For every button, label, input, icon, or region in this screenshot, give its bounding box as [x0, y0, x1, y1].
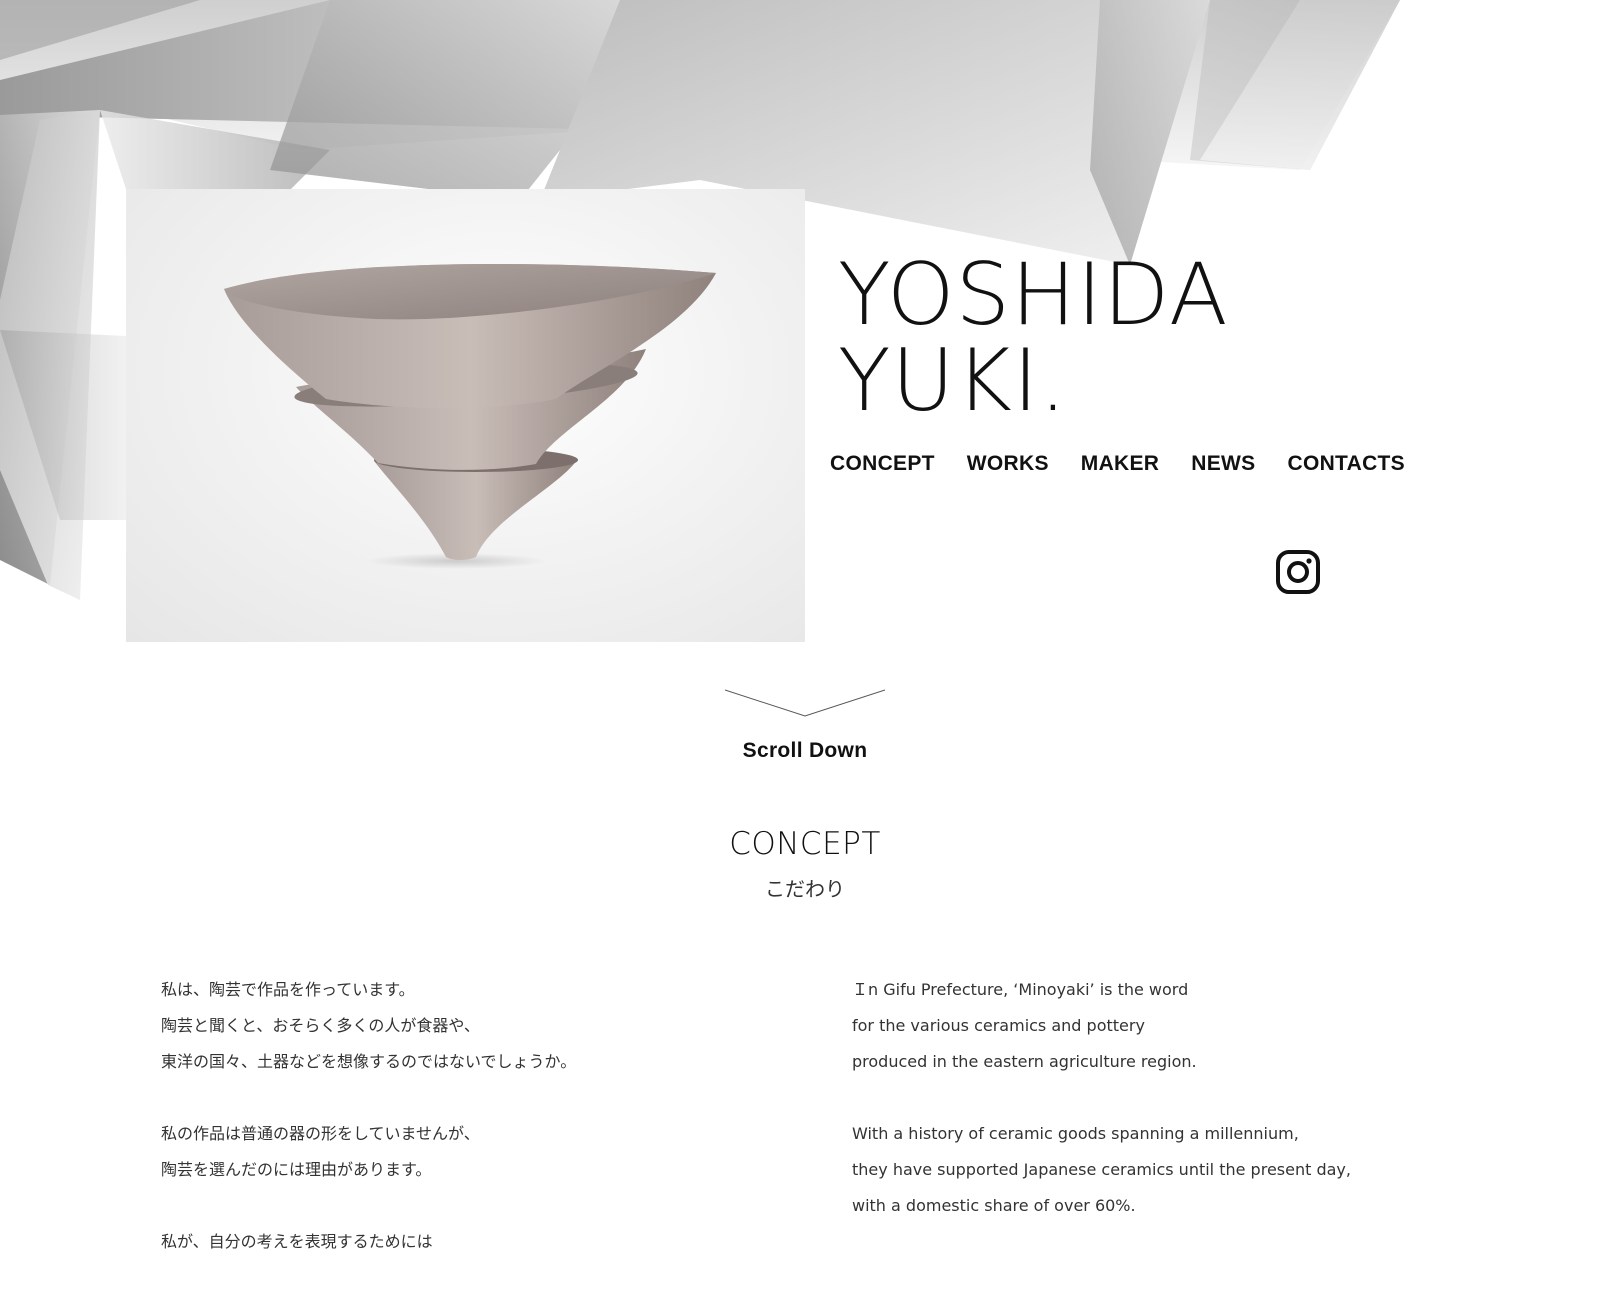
brand-line-1: YOSHIDA — [838, 245, 1229, 345]
jp-paragraph: 私は、陶芸で作品を作っています。 陶芸と聞くと、おそらく多くの人が食器や、 東洋… — [161, 972, 761, 1080]
main-nav: CONCEPT WORKS MAKER NEWS CONTACTS — [830, 452, 1437, 476]
concept-text-japanese: 私は、陶芸で作品を作っています。 陶芸と聞くと、おそらく多くの人が食器や、 東洋… — [161, 972, 761, 1296]
nav-item-contacts[interactable]: CONTACTS — [1287, 452, 1405, 476]
en-line: with a domestic share of over 60%. — [852, 1196, 1136, 1215]
en-line: produced in the eastern agriculture regi… — [852, 1052, 1197, 1071]
en-paragraph: With a history of ceramic goods spanning… — [852, 1116, 1472, 1224]
jp-paragraph: 私が、自分の考えを表現するためには — [161, 1224, 761, 1260]
concept-subtitle: こだわり — [765, 877, 845, 901]
nav-item-news[interactable]: NEWS — [1191, 452, 1255, 476]
jp-line: 私が、自分の考えを表現するためには — [161, 1232, 433, 1251]
en-paragraph: Ｉn Gifu Prefecture, ‘Minoyaki’ is the wo… — [852, 972, 1472, 1080]
en-line: they have supported Japanese ceramics un… — [852, 1160, 1351, 1179]
stacked-ceramic-vessels-image — [224, 263, 716, 569]
hero-photo — [126, 189, 805, 642]
concept-title: CONCEPT — [729, 826, 881, 862]
instagram-link[interactable] — [1276, 550, 1320, 594]
nav-item-concept[interactable]: CONCEPT — [830, 452, 935, 476]
scroll-down-label: Scroll Down — [742, 739, 868, 762]
nav-item-maker[interactable]: MAKER — [1081, 452, 1160, 476]
jp-line: 東洋の国々、土器などを想像するのではないでしょうか。 — [161, 1052, 577, 1071]
chevron-down-icon — [724, 689, 886, 717]
jp-line: 陶芸と聞くと、おそらく多くの人が食器や、 — [161, 1016, 480, 1035]
concept-text-english: Ｉn Gifu Prefecture, ‘Minoyaki’ is the wo… — [852, 972, 1472, 1260]
en-line: With a history of ceramic goods spanning… — [852, 1124, 1299, 1143]
brand-line-2: YUKI. — [838, 331, 1068, 431]
en-line: for the various ceramics and pottery — [852, 1016, 1145, 1035]
en-line: Ｉn Gifu Prefecture, ‘Minoyaki’ is the wo… — [852, 980, 1189, 999]
jp-line: 私は、陶芸で作品を作っています。 — [161, 980, 415, 999]
jp-line: 私の作品は普通の器の形をしていませんが、 — [161, 1124, 480, 1143]
instagram-icon — [1276, 550, 1320, 594]
site-logo[interactable]: YOSHIDA YUKI. — [838, 252, 1229, 424]
nav-item-works[interactable]: WORKS — [967, 452, 1049, 476]
jp-line: 陶芸を選んだのには理由があります。 — [161, 1160, 432, 1179]
jp-paragraph: 私の作品は普通の器の形をしていませんが、 陶芸を選んだのには理由があります。 — [161, 1116, 761, 1188]
scroll-down[interactable]: Scroll Down — [724, 688, 886, 763]
